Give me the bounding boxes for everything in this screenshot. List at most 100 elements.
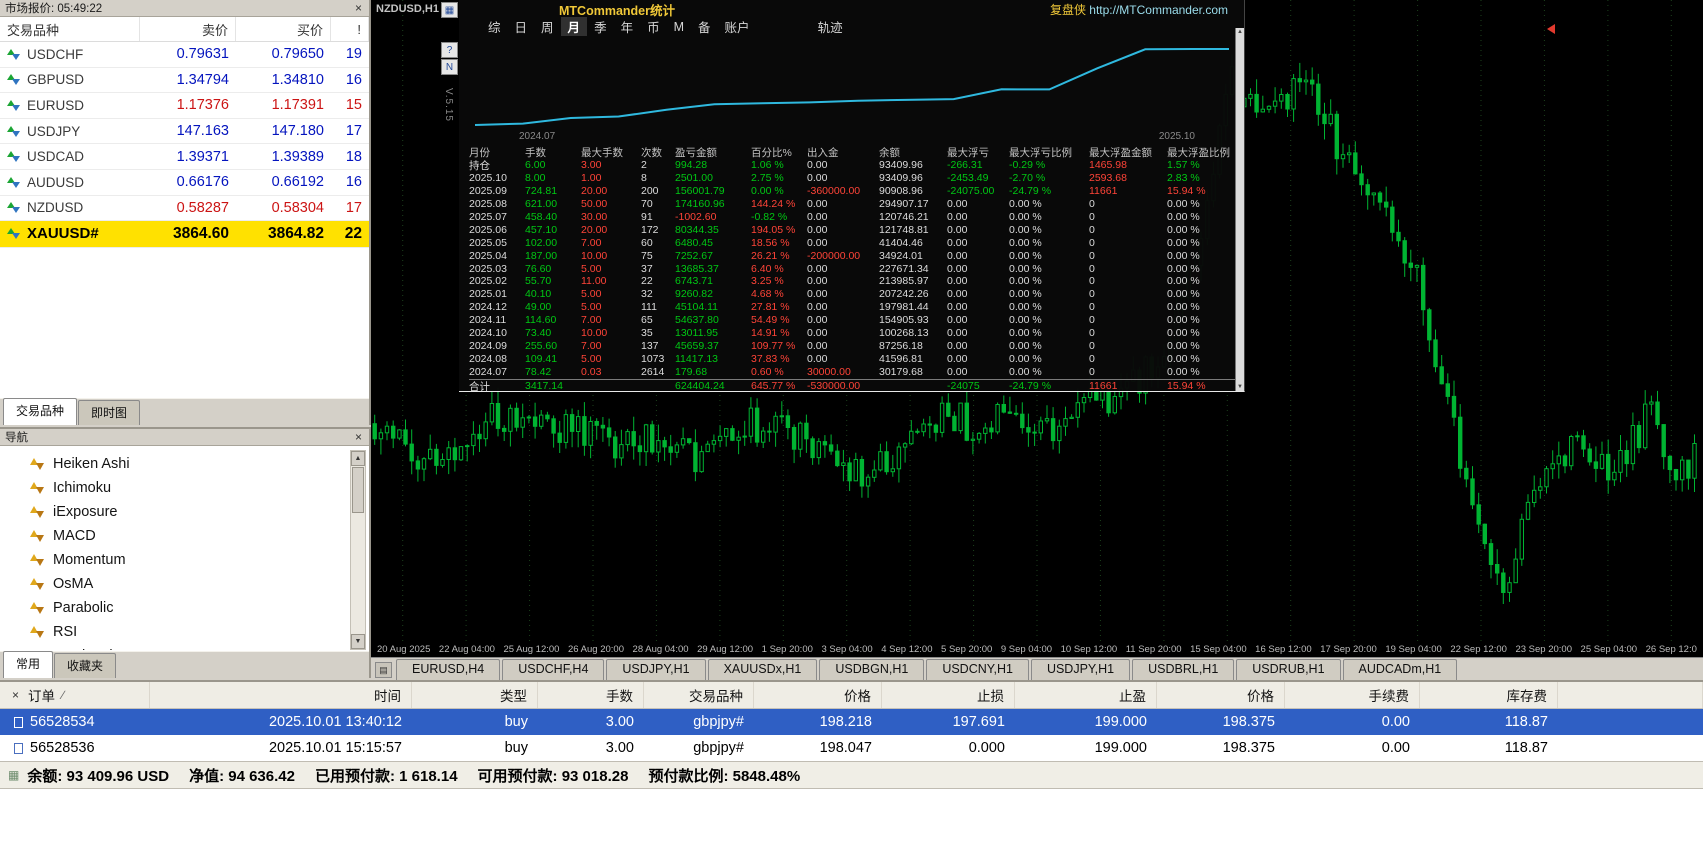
orders-column-header[interactable]: 手续费 <box>1285 682 1420 708</box>
tab-常用[interactable]: 常用 <box>3 651 54 678</box>
close-icon[interactable]: × <box>10 689 21 701</box>
stats-cell: 5.00 <box>581 262 602 275</box>
order-row[interactable]: 56528534 2025.10.01 13:40:12 buy 3.00 gbpjpy… <box>0 709 1703 735</box>
chart-tab-usdchf-h4[interactable]: USDCHF,H4 <box>502 659 605 680</box>
mtcommander-stats-panel[interactable]: MTCommander统计 复盘侠 http://MTCommander.com… <box>459 0 1245 393</box>
panel-tool-button-2[interactable]: ? <box>441 42 458 58</box>
stats-cell: 458.40 <box>525 211 558 223</box>
scroll-down-icon[interactable]: ▼ <box>351 634 365 649</box>
navigator-item-iexposure[interactable]: iExposure <box>30 500 369 524</box>
stats-menu-item-年[interactable]: 年 <box>614 17 641 36</box>
scrollbar-thumb[interactable] <box>352 467 364 513</box>
chart-tab-usdbgn-h1[interactable]: USDBGN,H1 <box>819 659 925 680</box>
market-watch-row[interactable]: USDJPY 147.163 147.180 17 <box>0 119 369 145</box>
stats-cell: 0.00 % <box>1167 365 1200 378</box>
panel-tool-button-1[interactable]: ▦ <box>441 2 458 18</box>
orders-column-header[interactable]: 手数 <box>538 682 644 708</box>
stats-cell: 0.00 % <box>1009 365 1042 378</box>
stats-cell: 0.00 % <box>1167 249 1200 262</box>
chart-tab-usdcny-h1[interactable]: USDCNY,H1 <box>926 659 1029 680</box>
scroll-up-icon[interactable]: ▲ <box>351 451 365 466</box>
stats-cell: 0.00 <box>947 211 968 223</box>
equity-axis-labels: 2024.07 2025.10 <box>467 131 1237 142</box>
market-watch-column-header[interactable]: 交易品种 <box>0 17 140 41</box>
stats-menu-item-币[interactable]: 币 <box>640 17 667 36</box>
navigator-item-label: Stochastic <box>53 648 120 650</box>
stats-row: 2025.05 102.00 7.00 60 6480.45 18.56 % 0.00 414… <box>469 236 1237 249</box>
market-watch-row[interactable]: GBPUSD 1.34794 1.34810 16 <box>0 68 369 94</box>
stats-menu-item-周[interactable]: 周 <box>534 17 561 36</box>
market-watch-row[interactable]: AUDUSD 0.66176 0.66192 16 <box>0 170 369 196</box>
stats-cell: 0.00 <box>947 275 968 288</box>
stats-cell: 0.00 % <box>1167 211 1200 223</box>
close-icon[interactable]: × <box>353 2 364 14</box>
navigator-scrollbar[interactable]: ▲ ▼ <box>350 450 366 650</box>
market-watch-column-header[interactable]: ! <box>331 17 369 41</box>
stats-cell: 5.00 <box>581 352 602 365</box>
tab-交易品种[interactable]: 交易品种 <box>3 398 78 425</box>
navigator-item-parabolic[interactable]: Parabolic <box>30 596 369 620</box>
orders-column-header[interactable]: × 订单 ∕ <box>0 682 150 708</box>
stats-menu-item-月[interactable]: 月 <box>560 17 588 36</box>
stats-menu-item-备[interactable]: 备 <box>691 17 718 36</box>
stats-menu-item-综[interactable]: 综 <box>481 17 508 36</box>
stats-cell: 11661 <box>1089 380 1118 393</box>
orders-column-header[interactable]: 止损 <box>882 682 1015 708</box>
market-watch-row[interactable]: XAUUSD# 3864.60 3864.82 22 <box>0 221 369 248</box>
stats-menu-item-M[interactable]: M <box>667 20 691 34</box>
symbol-trend-icon <box>7 99 20 111</box>
chart-tab-usdjpy-h1[interactable]: USDJPY,H1 <box>1030 659 1131 680</box>
navigator-item-osma[interactable]: OsMA <box>30 572 369 596</box>
spread-cell: 18 <box>345 148 362 165</box>
scroll-down-icon[interactable]: ▼ <box>1237 384 1243 390</box>
tab-收藏夹[interactable]: 收藏夹 <box>54 653 117 678</box>
market-watch-column-header[interactable]: 卖价 <box>140 17 236 41</box>
orders-column-header[interactable]: 止盈 <box>1015 682 1157 708</box>
stats-cell: 0.00 % <box>751 185 784 198</box>
navigator-item-stochastic[interactable]: Stochastic <box>30 644 369 650</box>
orders-column-header[interactable]: 时间 <box>150 682 412 708</box>
chart-region[interactable]: NZDUSD,H1 ▦ ? N V.5.15 MTCommander统计 复盘侠… <box>371 0 1703 680</box>
stats-menu-item-轨迹[interactable]: 轨迹 <box>811 17 850 36</box>
orders-column-header[interactable]: 类型 <box>412 682 538 708</box>
navigator-titlebar[interactable]: 导航 × <box>0 429 369 446</box>
stats-menu-item-日[interactable]: 日 <box>508 17 535 36</box>
market-watch-row[interactable]: EURUSD 1.17376 1.17391 15 <box>0 93 369 119</box>
orders-column-header[interactable]: 价格 <box>754 682 882 708</box>
order-cell: gbpjpy# <box>693 714 744 730</box>
chart-tab-xauusdx-h1[interactable]: XAUUSDx,H1 <box>707 659 818 680</box>
chart-tab-audcadm-h1[interactable]: AUDCADm,H1 <box>1342 659 1458 680</box>
market-watch-row[interactable]: USDCAD 1.39371 1.39389 18 <box>0 144 369 170</box>
orders-column-header[interactable]: 价格 <box>1157 682 1285 708</box>
symbol-label: USDCHF <box>27 46 84 62</box>
stats-row: 2025.01 40.10 5.00 32 9260.82 4.68 % 0.00 20724… <box>469 288 1237 301</box>
chart-list-icon[interactable]: ▤ <box>375 662 392 678</box>
stats-menu-item-账户[interactable]: 账户 <box>718 17 757 36</box>
close-icon[interactable]: × <box>353 431 364 443</box>
panel-tool-button-3[interactable]: N <box>441 59 458 75</box>
stats-table: 月份 手数 最大手数 次数 盈亏金额 百分比% 出入金 余额 最大浮亏 最大浮亏比例 最大浮盈金额最… <box>469 145 1237 393</box>
stats-cell: 0.00 % <box>1009 236 1042 249</box>
stats-scrollbar[interactable]: ▲ ▼ <box>1235 28 1244 391</box>
orders-column-header[interactable]: 交易品种 <box>644 682 754 708</box>
tab-即时图[interactable]: 即时图 <box>78 400 141 425</box>
market-watch-column-header[interactable]: 买价 <box>236 17 331 41</box>
chart-tab-usdrub-h1[interactable]: USDRUB,H1 <box>1236 659 1341 680</box>
market-watch-row[interactable]: USDCHF 0.79631 0.79650 19 <box>0 42 369 68</box>
navigator-item-macd[interactable]: MACD <box>30 524 369 548</box>
order-row[interactable]: 56528536 2025.10.01 15:15:57 buy 3.00 gbpjpy… <box>0 735 1703 761</box>
navigator-item-ichimoku[interactable]: Ichimoku <box>30 476 369 500</box>
scroll-up-icon[interactable]: ▲ <box>1237 29 1243 35</box>
market-watch-row[interactable]: NZDUSD 0.58287 0.58304 17 <box>0 196 369 222</box>
navigator-item-heiken-ashi[interactable]: Heiken Ashi <box>30 452 369 476</box>
navigator-item-momentum[interactable]: Momentum <box>30 548 369 572</box>
chart-tab-usdjpy-h1[interactable]: USDJPY,H1 <box>606 659 706 680</box>
stats-menu-item-季[interactable]: 季 <box>587 17 614 36</box>
market-watch-titlebar[interactable]: 市场报价: 05:49:22 × <box>0 0 369 17</box>
stats-titlebar[interactable]: MTCommander统计 复盘侠 http://MTCommander.com <box>459 0 1244 18</box>
chart-tab-eurusd-h4[interactable]: EURUSD,H4 <box>396 659 501 680</box>
orders-column-header[interactable]: 库存费 <box>1420 682 1558 708</box>
account-status-bar: ▦ 余额: 93 409.96 USD 净值: 94 636.42 已用预付款: 1… <box>0 761 1703 789</box>
navigator-item-rsi[interactable]: RSI <box>30 620 369 644</box>
chart-tab-usdbrl-h1[interactable]: USDBRL,H1 <box>1132 659 1235 680</box>
